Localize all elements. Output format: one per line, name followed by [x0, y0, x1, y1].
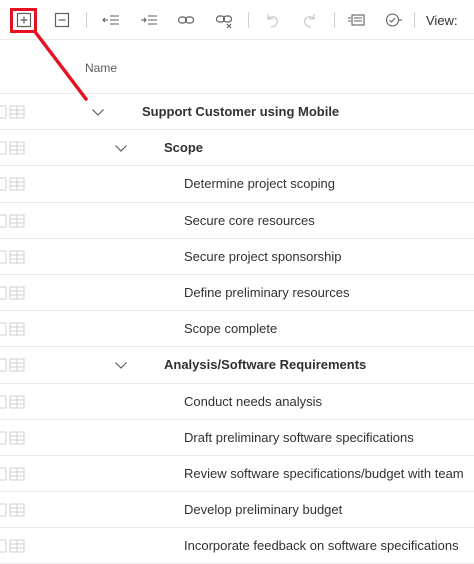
task-row[interactable]: Draft preliminary software specification…	[0, 420, 474, 456]
name-column-header[interactable]: Name	[85, 61, 117, 75]
collapse-all-button[interactable]	[52, 10, 72, 30]
toolbar-separator	[248, 12, 249, 28]
task-name[interactable]: Scope complete	[184, 321, 277, 336]
undo-button[interactable]	[262, 10, 282, 30]
task-row[interactable]: Review software specifications/budget wi…	[0, 456, 474, 493]
mark-complete-icon	[385, 13, 402, 27]
task-name[interactable]: Review software specifications/budget wi…	[184, 466, 464, 481]
row-details-icon[interactable]	[0, 358, 30, 372]
unlink-tasks-button[interactable]	[214, 10, 234, 30]
unlink-icon	[215, 15, 233, 29]
task-row[interactable]: Scope complete	[0, 311, 474, 348]
toolbar-separator	[334, 12, 335, 28]
task-row[interactable]: Support Customer using Mobile	[0, 94, 474, 131]
task-row[interactable]: Secure core resources	[0, 203, 474, 239]
row-details-icon[interactable]	[0, 250, 30, 264]
outdent-button[interactable]	[101, 10, 121, 30]
chevron-down-icon[interactable]	[91, 105, 105, 119]
task-row[interactable]: Conduct needs analysis	[0, 384, 474, 420]
task-name[interactable]: Develop preliminary budget	[184, 502, 342, 517]
chevron-down-icon[interactable]	[114, 141, 128, 155]
task-name[interactable]: Scope	[164, 140, 203, 155]
row-details-icon[interactable]	[0, 177, 30, 191]
task-row[interactable]: Develop preliminary budget	[0, 492, 474, 529]
task-row[interactable]: Determine project scoping	[0, 166, 474, 203]
task-row[interactable]: Define preliminary resources	[0, 275, 474, 312]
view-label: View:	[426, 13, 458, 28]
row-details-icon[interactable]	[0, 431, 30, 445]
redo-button[interactable]	[300, 10, 320, 30]
collapse-all-icon	[54, 12, 70, 28]
row-details-icon[interactable]	[0, 105, 30, 119]
undo-icon	[267, 14, 278, 28]
chevron-down-icon[interactable]	[114, 358, 128, 372]
outdent-icon	[102, 15, 119, 25]
toolbar: View:	[0, 0, 474, 40]
task-row[interactable]: Secure project sponsorship	[0, 239, 474, 275]
annotation-highlight-box	[10, 8, 37, 33]
row-details-icon[interactable]	[0, 539, 30, 553]
task-row[interactable]: Incorporate feedback on software specifi…	[0, 528, 474, 564]
task-name[interactable]: Define preliminary resources	[184, 285, 349, 300]
row-details-icon[interactable]	[0, 467, 30, 481]
mark-complete-button[interactable]	[384, 10, 404, 30]
indent-button[interactable]	[139, 10, 159, 30]
task-name[interactable]: Analysis/Software Requirements	[164, 357, 366, 372]
task-name[interactable]: Draft preliminary software specification…	[184, 430, 414, 445]
task-name[interactable]: Secure project sponsorship	[184, 249, 342, 264]
row-details-icon[interactable]	[0, 214, 30, 228]
row-details-icon[interactable]	[0, 395, 30, 409]
row-details-icon[interactable]	[0, 286, 30, 300]
link-icon	[177, 16, 195, 24]
task-details-button[interactable]	[346, 10, 366, 30]
toolbar-separator	[86, 12, 87, 28]
toolbar-separator	[414, 12, 415, 28]
task-name[interactable]: Secure core resources	[184, 213, 315, 228]
task-details-icon	[348, 14, 365, 26]
task-name[interactable]: Incorporate feedback on software specifi…	[184, 538, 459, 553]
task-name[interactable]: Conduct needs analysis	[184, 394, 322, 409]
redo-icon	[304, 14, 315, 28]
row-details-icon[interactable]	[0, 322, 30, 336]
task-name[interactable]: Determine project scoping	[184, 176, 335, 191]
task-row[interactable]: Scope	[0, 130, 474, 167]
row-details-icon[interactable]	[0, 141, 30, 155]
link-tasks-button[interactable]	[176, 10, 196, 30]
indent-icon	[141, 15, 157, 25]
task-row[interactable]: Analysis/Software Requirements	[0, 347, 474, 384]
task-list: Support Customer using Mobile Scope Determ…	[0, 94, 474, 564]
column-header: Name	[0, 40, 474, 94]
task-name[interactable]: Support Customer using Mobile	[142, 104, 339, 119]
row-details-icon[interactable]	[0, 503, 30, 517]
